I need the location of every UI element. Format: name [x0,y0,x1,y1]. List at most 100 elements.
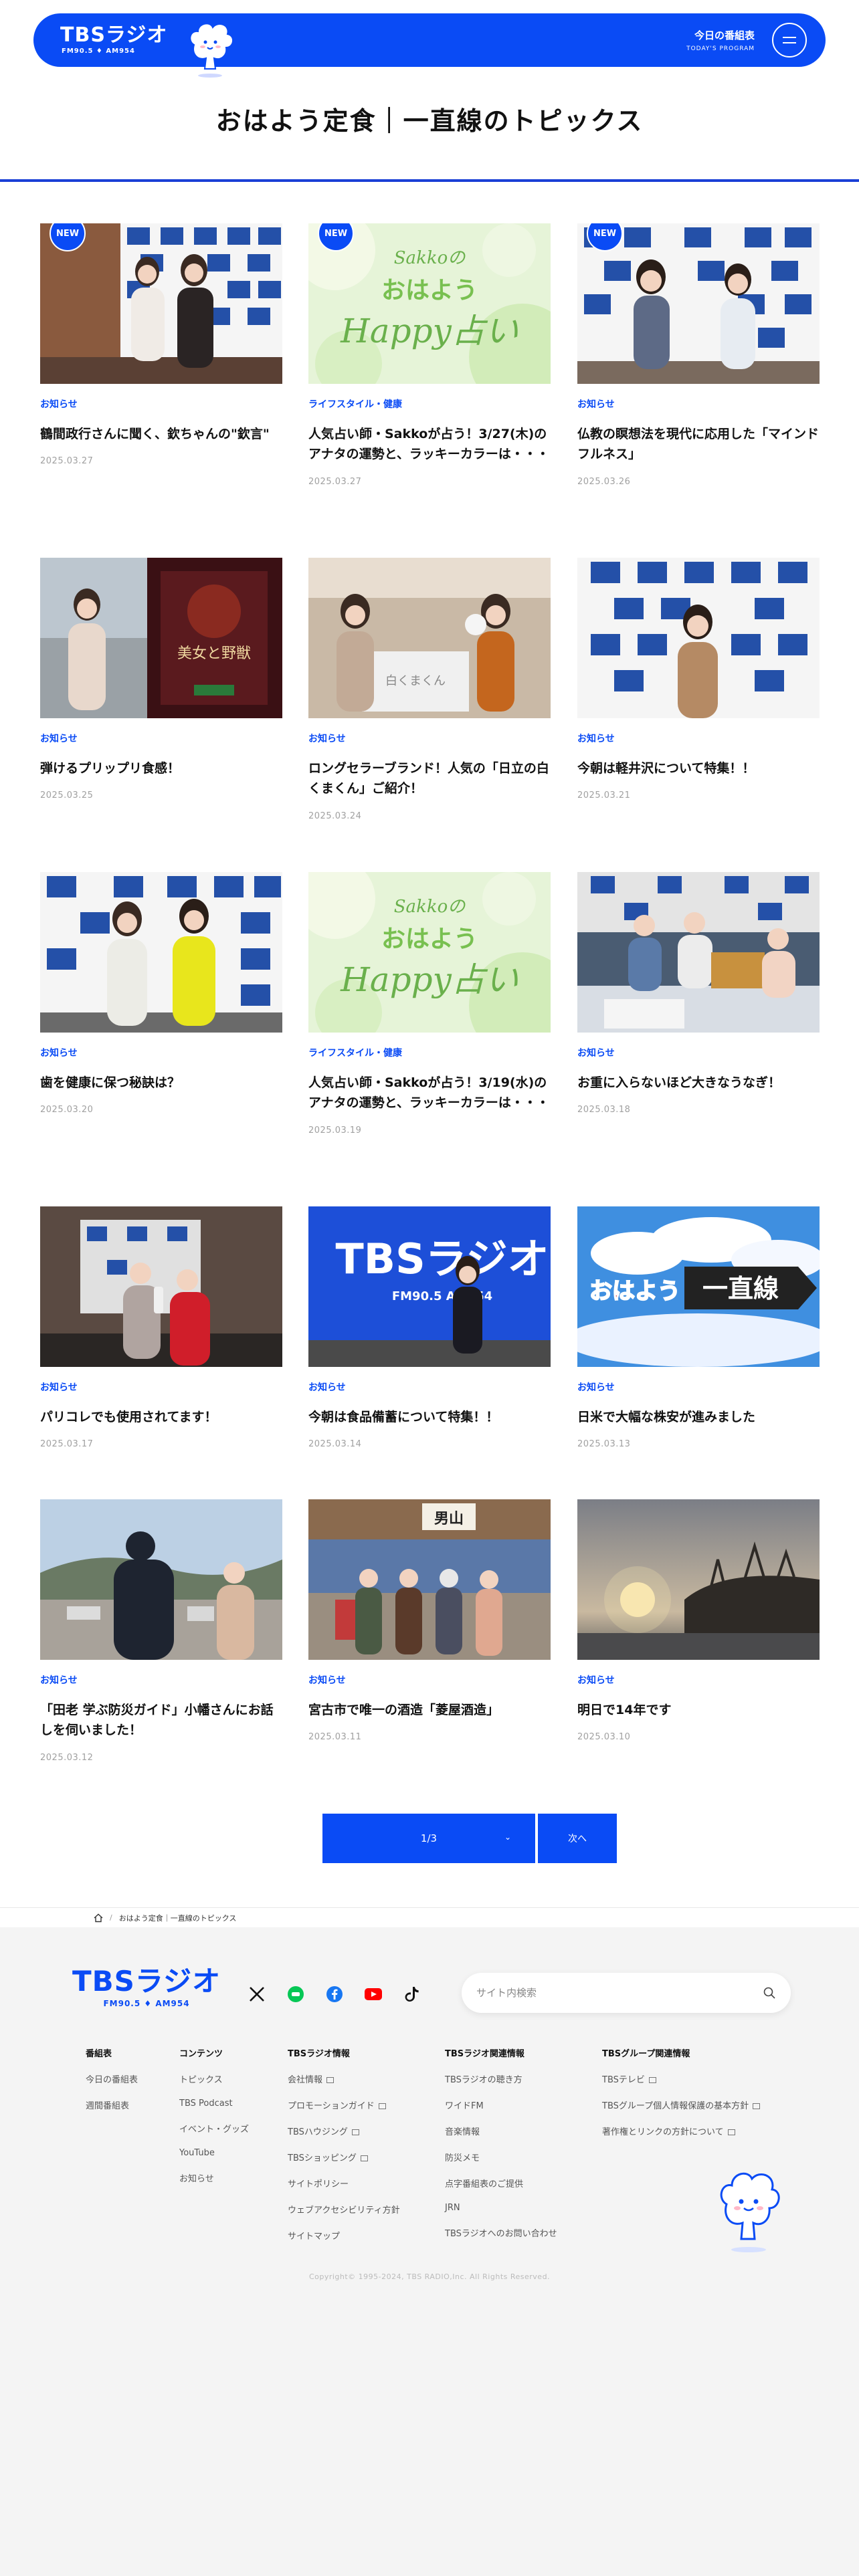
footer-logo[interactable]: TBSラジオ FM90.5 ♦ AM954 [72,1967,221,2008]
card-title[interactable]: 今朝は食品備蓄について特集！！ [308,1407,551,1427]
card-title[interactable]: お重に入らないほど大きなうなぎ！ [577,1073,820,1093]
tbs-radio-logo[interactable]: TBSラジオ FM90.5 ♦ AM954 [60,25,167,55]
topic-card[interactable]: Sakkoの おはよう Happy占い ライフスタイル・健康 人気占い師・Sak… [308,872,551,1136]
topic-card[interactable]: お知らせ 歯を健康に保つ秘訣は？ 2025.03.20 [40,872,282,1115]
footer-link[interactable]: サイトマップ [288,2229,400,2242]
card-date: 2025.03.13 [577,1439,631,1450]
footer-link[interactable]: TBSショッピング [288,2151,400,2163]
topic-card[interactable]: TBSラジオ FM90.5 AM954 お知らせ 今朝は食品備蓄について特集！！… [308,1206,551,1449]
page-select[interactable]: 1/3 ⌄ [322,1814,535,1863]
topic-card[interactable]: NEW お知らせ 鶴間政行さんに聞く、欽ちゃんの"欽言" 2025.03.27 [40,223,282,466]
footer-link[interactable]: 音楽情報 [445,2125,557,2137]
youtube-icon[interactable] [361,1982,385,2006]
card-title[interactable]: 歯を健康に保つ秘訣は？ [40,1073,282,1093]
footer-link[interactable]: プロモーションガイド [288,2099,400,2111]
search-input[interactable] [476,1987,763,1999]
footer-link[interactable]: 今日の番組表 [86,2072,138,2085]
topic-card[interactable]: 一直線 おはよう お知らせ 日米で大幅な株安が進みました 2025.03.13 [577,1206,820,1449]
footer-link[interactable]: TBSラジオの聴き方 [445,2072,557,2085]
card-title[interactable]: 日米で大幅な株安が進みました [577,1407,820,1427]
footer-link[interactable]: TBSテレビ [602,2072,760,2085]
image-text-bottom: Happy占い [340,960,518,999]
image-text-mid: おはよう [381,926,478,953]
todays-program-link[interactable]: 今日の番組表 TODAY'S PROGRAM [686,28,755,52]
card-title[interactable]: 鶴間政行さんに聞く、欽ちゃんの"欽言" [40,424,282,444]
card-thumbnail [577,558,820,718]
footer-link[interactable]: TBSグループ個人情報保護の基本方針 [602,2099,761,2111]
footer-link[interactable]: ワイドFM [445,2099,557,2111]
external-link-icon [648,2077,656,2083]
hamburger-menu-icon[interactable] [772,23,807,58]
card-date: 2025.03.24 [308,811,362,821]
card-title[interactable]: 宮古市で唯一の酒造「菱屋酒造」 [308,1700,551,1720]
card-title[interactable]: 弾けるプリップリ食感！ [40,758,282,778]
card-category[interactable]: ライフスタイル・健康 [308,1046,551,1059]
card-category[interactable]: お知らせ [577,1673,820,1687]
footer-link[interactable]: TBSハウジング [288,2125,400,2137]
x-twitter-icon[interactable] [245,1982,269,2006]
header-logo-area: TBSラジオ FM90.5 ♦ AM954 [60,10,237,78]
card-category[interactable]: お知らせ [308,732,551,745]
card-title[interactable]: パリコレでも使用されてます！ [40,1407,282,1427]
footer-link[interactable]: トピックス [179,2072,249,2085]
card-thumbnail [577,872,820,1033]
topic-card[interactable]: お知らせ 明日で14年です 2025.03.10 [577,1499,820,1742]
card-title[interactable]: 今朝は軽井沢について特集！！ [577,758,820,778]
card-category[interactable]: お知らせ [308,1673,551,1687]
card-category[interactable]: お知らせ [40,1380,282,1394]
footer-link[interactable]: サイトポリシー [288,2177,400,2189]
card-category[interactable]: お知らせ [40,397,282,411]
copyright: Copyright© 1995-2024, TBS RADIO,Inc. All… [308,2272,551,2281]
topic-card[interactable]: お知らせ 今朝は軽井沢について特集！！ 2025.03.21 [577,558,820,800]
topic-card[interactable]: NEW お知らせ 仏教の瞑想法を現代に応用した「マインドフルネス」 2025.0… [577,223,820,487]
breadcrumb-current: おはよう定食｜一直線のトピックス [118,1913,237,1923]
card-category[interactable]: お知らせ [40,732,282,745]
card-title[interactable]: 明日で14年です [577,1700,820,1720]
card-category[interactable]: お知らせ [40,1046,282,1059]
site-footer: TBSラジオ FM90.5 ♦ AM954 番組表 今日の番組表 週間番組表 [0,1927,859,2576]
footer-link[interactable]: 会社情報 [288,2072,400,2085]
footer-link[interactable]: ウェブアクセシビリティ方針 [288,2203,400,2216]
topic-card[interactable]: お知らせ お重に入らないほど大きなうなぎ！ 2025.03.18 [577,872,820,1115]
topic-card[interactable]: 美女と野獣 お知らせ 弾けるプリップリ食感！ 2025.03.25 [40,558,282,800]
footer-link[interactable]: お知らせ [179,2171,249,2184]
card-title[interactable]: ロングセラーブランド！人気の「日立の白くまくん」ご紹介！ [308,758,551,799]
next-page-button[interactable]: 次へ [538,1814,617,1863]
topic-card[interactable]: お知らせ パリコレでも使用されてます！ 2025.03.17 [40,1206,282,1449]
footer-link-label: TBSテレビ [602,2075,645,2085]
card-category[interactable]: お知らせ [577,1046,820,1059]
footer-link[interactable]: 週間番組表 [86,2099,138,2111]
footer-link[interactable]: 著作権とリンクの方針について [602,2125,760,2137]
line-icon[interactable] [284,1982,308,2006]
topic-card[interactable]: Sakkoの おはよう Happy占い NEW ライフスタイル・健康 人気占い師… [308,223,551,487]
card-category[interactable]: お知らせ [40,1673,282,1687]
card-date: 2025.03.20 [40,1105,94,1115]
card-category[interactable]: お知らせ [308,1380,551,1394]
card-date: 2025.03.11 [308,1732,362,1743]
card-category[interactable]: お知らせ [577,1380,820,1394]
tiktok-icon[interactable] [400,1982,424,2006]
footer-link[interactable]: JRN [445,2203,557,2213]
footer-link[interactable]: 点字番組表のご提供 [445,2177,557,2189]
topic-card[interactable]: お知らせ 「田老 学ぶ防災ガイド」小幡さんにお話しを伺いました！ 2025.03… [40,1499,282,1763]
footer-link[interactable]: TBSラジオへのお問い合わせ [445,2226,557,2239]
card-category[interactable]: ライフスタイル・健康 [308,397,551,411]
footer-link[interactable]: イベント・グッズ [179,2122,249,2135]
topic-card[interactable]: 白くまくん お知らせ ロングセラーブランド！人気の「日立の白くまくん」ご紹介！ … [308,558,551,821]
footer-link[interactable]: YouTube [179,2148,249,2158]
topic-card[interactable]: 男山 お知らせ 宮古市で唯一の酒造「菱屋酒造」 2025.03.11 [308,1499,551,1742]
footer-link[interactable]: 防災メモ [445,2151,557,2163]
card-title[interactable]: 「田老 学ぶ防災ガイド」小幡さんにお話しを伺いました！ [40,1700,282,1741]
home-icon[interactable] [94,1913,103,1923]
footer-logo-frequency: FM90.5 ♦ AM954 [103,1999,190,2008]
image-text-left: おはよう [589,1278,680,1305]
card-category[interactable]: お知らせ [577,397,820,411]
card-category[interactable]: お知らせ [577,732,820,745]
footer-link[interactable]: TBS Podcast [179,2099,249,2109]
search-icon[interactable] [763,1986,776,2000]
footer-column-company: TBSラジオ情報 会社情報 プロモーションガイド TBSハウジング TBSショッ… [288,2046,400,2255]
card-title[interactable]: 人気占い師・Sakkoが占う！3/19(水)のアナタの運勢と、ラッキーカラーは・… [308,1073,551,1113]
facebook-icon[interactable] [322,1982,347,2006]
card-title[interactable]: 仏教の瞑想法を現代に応用した「マインドフルネス」 [577,424,820,465]
card-title[interactable]: 人気占い師・Sakkoが占う！3/27(木)のアナタの運勢と、ラッキーカラーは・… [308,424,551,465]
